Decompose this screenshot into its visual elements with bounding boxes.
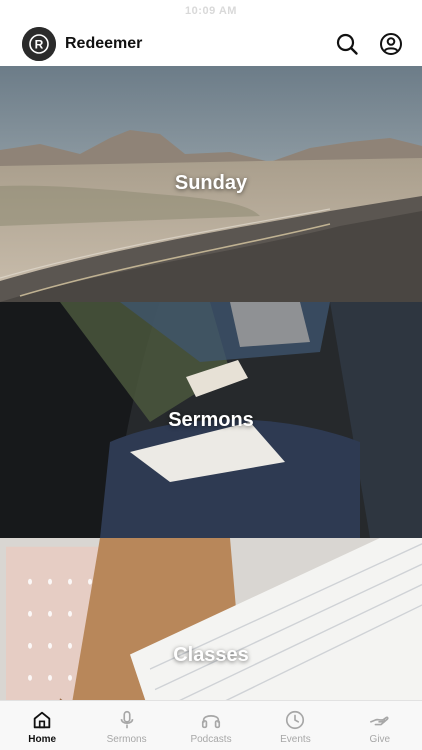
tab-sermons[interactable]: Sermons [84,701,168,750]
tab-events[interactable]: Events [253,701,337,750]
app-header: R Redeemer [0,22,422,66]
tab-home[interactable]: Home [0,701,84,750]
status-bar: 10:09 AM [0,0,422,22]
headphones-icon [201,715,221,729]
clock-icon [286,710,305,730]
app-logo: R [22,27,56,61]
user-icon [380,33,402,55]
content-feed: Sunday Sermons Classes [0,66,422,700]
sunday-title: Sunday [174,172,248,194]
sermons-title: Sermons [168,408,254,431]
tab-events-label: Events [280,734,311,745]
app-title: Redeemer [65,35,143,52]
classes-title: Classes [173,644,249,666]
tab-home-label: Home [28,734,57,745]
tab-sermons-label: Sermons [106,734,147,745]
tab-give-label: Give [369,734,391,745]
status-time: 10:09 AM [185,5,237,17]
search-icon [336,33,358,55]
notebooks-image [0,538,422,700]
tab-podcasts-label: Podcasts [190,734,232,745]
search-button[interactable] [330,27,364,61]
home-icon [33,711,51,729]
tab-bar: Home Sermons Podcasts Events Give [0,700,422,750]
profile-button[interactable] [374,27,408,61]
giving-hand-icon [369,716,389,726]
svg-text:R: R [35,38,44,52]
sermons-card[interactable]: Sermons [0,302,422,538]
logo-icon: R [22,27,56,61]
tab-podcasts[interactable]: Podcasts [169,701,253,750]
sunday-card[interactable]: Sunday [0,66,422,302]
classes-card[interactable]: Classes [0,538,422,700]
microphone-icon [120,710,133,729]
tab-give[interactable]: Give [338,701,422,750]
